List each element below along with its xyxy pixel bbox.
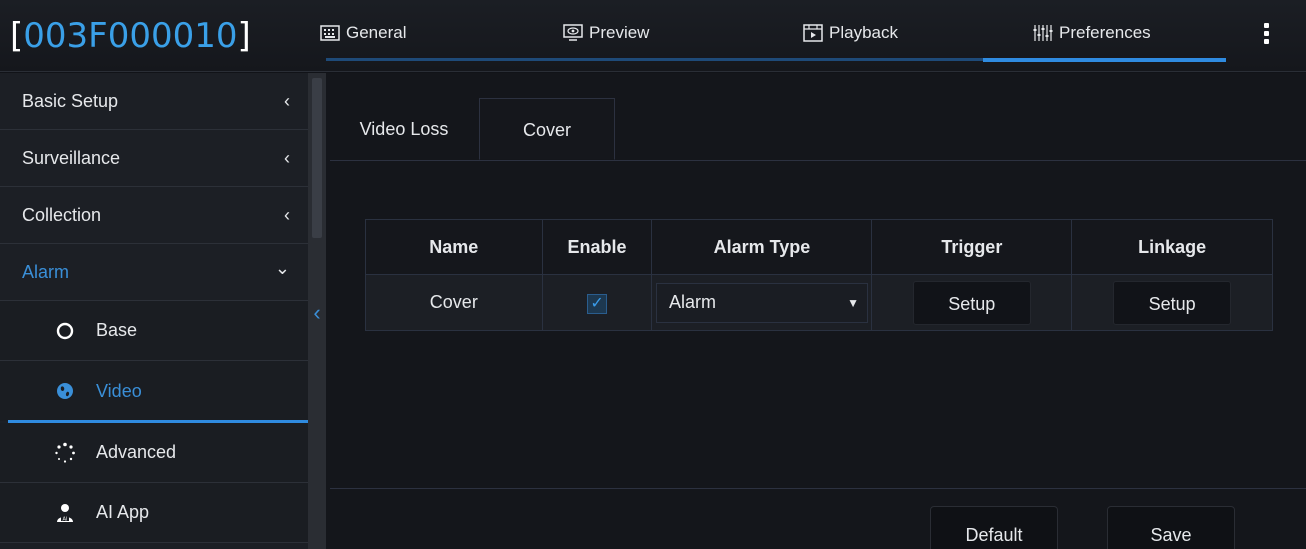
sidebar-item-basic-setup[interactable]: Basic Setup ‹ <box>0 73 308 130</box>
film-icon <box>803 24 823 42</box>
column-header-alarm-type: Alarm Type <box>651 219 873 275</box>
column-header-trigger: Trigger <box>871 219 1073 275</box>
linkage-cell: Setup <box>1071 274 1273 331</box>
alarm-type-cell: Alarm ▼ <box>651 274 873 331</box>
sidebar-subitem-label: Base <box>96 320 138 340</box>
more-menu-icon[interactable] <box>1258 20 1274 50</box>
sidebar-item-label: Alarm <box>22 261 70 282</box>
sidebar-item-label: Surveillance <box>22 147 121 168</box>
enable-checkbox[interactable]: ✓ <box>587 293 608 314</box>
sidebar-scroll-thumb[interactable] <box>312 78 322 238</box>
ai-person-icon: AI <box>54 502 76 524</box>
globe-icon <box>54 380 76 402</box>
tab-playback-label: Playback <box>829 23 898 42</box>
footer-divider <box>330 488 1306 489</box>
table-header-row: Name Enable Alarm Type Trigger Linkage <box>365 219 1273 275</box>
svg-text:AI: AI <box>63 516 68 522</box>
column-header-name: Name <box>365 219 543 275</box>
tab-cover[interactable]: Cover <box>479 98 615 160</box>
sidebar-subitem-base[interactable]: Base <box>0 301 308 361</box>
tab-underline-active <box>983 58 1226 62</box>
trigger-cell: Setup <box>871 274 1073 331</box>
circle-icon <box>54 320 76 342</box>
row-name: Cover <box>365 274 543 331</box>
alarm-type-select[interactable]: Alarm ▼ <box>655 282 868 323</box>
default-button[interactable]: Default <box>930 506 1058 549</box>
linkage-setup-button[interactable]: Setup <box>1113 280 1232 325</box>
save-button[interactable]: Save <box>1107 506 1235 549</box>
sidebar-item-surveillance[interactable]: Surveillance ‹ <box>0 130 308 187</box>
trigger-setup-button[interactable]: Setup <box>912 280 1031 325</box>
device-id: [003F000010] <box>10 16 251 56</box>
sidebar-subitem-advanced[interactable]: Advanced <box>0 423 308 483</box>
sidebar-item-collection[interactable]: Collection ‹ <box>0 187 308 244</box>
table-row: Cover ✓ Alarm ▼ Setup Setup <box>365 274 1273 331</box>
cover-table: Name Enable Alarm Type Trigger Linkage C… <box>365 219 1273 331</box>
sidebar-subitem-ai-app[interactable]: AI AI App <box>0 483 308 543</box>
collapse-sidebar-icon[interactable]: ‹ <box>308 298 326 328</box>
tab-video-loss[interactable]: Video Loss <box>330 98 478 160</box>
sidebar-subitem-label: AI App <box>96 502 150 522</box>
sidebar-item-label: Basic Setup <box>22 90 119 111</box>
monitor-eye-icon <box>563 24 583 41</box>
keyboard-icon <box>320 25 340 41</box>
chevron-down-icon: ⌄ <box>274 258 290 278</box>
column-header-linkage: Linkage <box>1071 219 1273 275</box>
tab-general[interactable]: General <box>320 18 406 48</box>
tab-preferences-label: Preferences <box>1059 23 1151 42</box>
sidebar: Basic Setup ‹ Surveillance ‹ Collection … <box>0 73 308 549</box>
tab-preferences[interactable]: Preferences <box>1033 18 1151 48</box>
sidebar-subitem-label: Advanced <box>96 442 177 462</box>
subtab-divider <box>330 160 1306 161</box>
alarm-type-value: Alarm <box>668 292 716 312</box>
tab-playback[interactable]: Playback <box>803 18 898 48</box>
tab-general-label: General <box>346 23 407 42</box>
sidebar-item-alarm[interactable]: Alarm ⌄ <box>0 244 308 301</box>
chevron-left-icon: ‹ <box>284 204 290 225</box>
top-bar: [003F000010] General Preview Playback Pr… <box>0 0 1306 72</box>
sliders-icon <box>1033 25 1053 41</box>
tab-preview[interactable]: Preview <box>563 18 649 48</box>
dots-spinner-icon <box>54 442 76 464</box>
sidebar-subitem-label: Video <box>96 380 142 401</box>
sidebar-item-label: Collection <box>22 204 102 225</box>
sidebar-subitem-video[interactable]: Video <box>0 361 308 421</box>
caret-down-icon: ▼ <box>847 295 859 310</box>
chevron-left-icon: ‹ <box>284 147 290 168</box>
column-header-enable: Enable <box>541 219 653 275</box>
tab-preview-label: Preview <box>589 23 650 42</box>
chevron-left-icon: ‹ <box>284 90 290 111</box>
device-id-text: 003F000010 <box>23 16 238 56</box>
enable-cell: ✓ <box>541 274 653 331</box>
